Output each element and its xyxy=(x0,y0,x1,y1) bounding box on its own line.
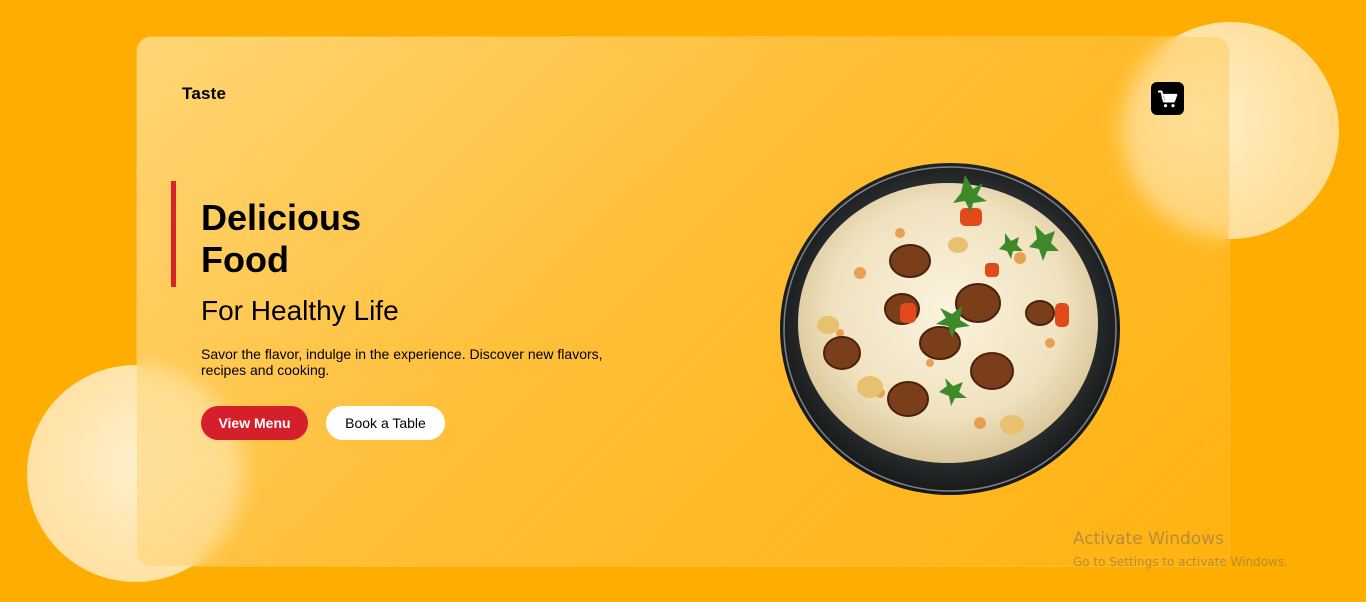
headline-accent-bar xyxy=(171,181,176,287)
headline-line-1: Delicious xyxy=(201,197,362,238)
headline-line-2: Food xyxy=(201,239,289,280)
hero-subheadline: For Healthy Life xyxy=(201,295,399,326)
hero-description: Savor the flavor, indulge in the experie… xyxy=(201,346,603,378)
page: Taste Delicious Food For Healthy Life Sa… xyxy=(0,0,1366,602)
windows-activation-watermark: Activate Windows Go to Settings to activ… xyxy=(1073,529,1288,571)
brand-logo[interactable]: Taste xyxy=(182,84,226,104)
watermark-title: Activate Windows xyxy=(1073,529,1224,549)
hero-headline: Delicious Food xyxy=(201,197,361,281)
view-menu-button[interactable]: View Menu xyxy=(201,406,308,440)
food-image xyxy=(780,163,1120,495)
cart-icon xyxy=(1157,90,1177,107)
book-table-button[interactable]: Book a Table xyxy=(326,406,445,440)
cart-button[interactable] xyxy=(1151,82,1184,115)
watermark-subtitle: Go to Settings to activate Windows. xyxy=(1073,555,1288,569)
